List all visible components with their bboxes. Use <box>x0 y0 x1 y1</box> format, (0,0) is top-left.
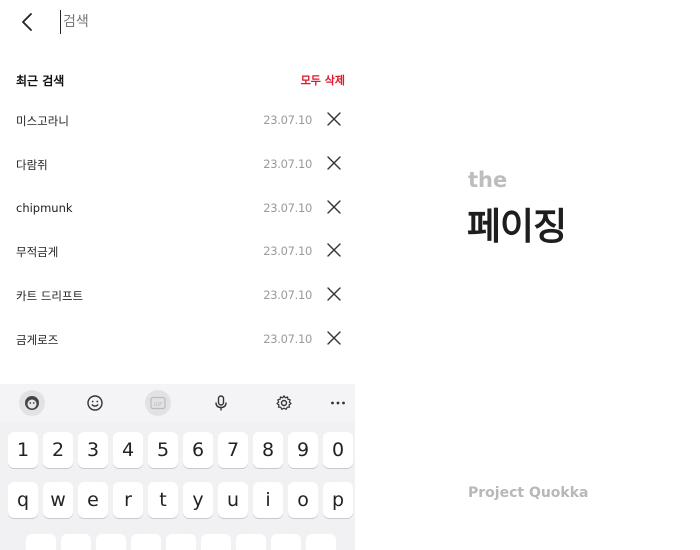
key-q[interactable]: q <box>8 482 38 518</box>
key-y[interactable]: y <box>183 482 213 518</box>
promo-the: the <box>468 168 508 192</box>
svg-text:GIF: GIF <box>154 402 162 408</box>
search-screen: 최근 검색 모두 삭제 미스고라니 23.07.10 다람쥐 23.07.10 … <box>0 0 355 550</box>
recent-date: 23.07.10 <box>263 244 312 259</box>
key-t[interactable]: t <box>148 482 178 518</box>
list-item[interactable]: 무적금게 23.07.10 <box>0 229 355 273</box>
key-partial[interactable] <box>271 534 301 550</box>
emoji-icon[interactable] <box>82 390 108 416</box>
list-item[interactable]: chipmunk 23.07.10 <box>0 186 355 230</box>
more-icon[interactable] <box>325 390 351 416</box>
recent-date: 23.07.10 <box>263 200 312 215</box>
list-item[interactable]: 카트 드리프트 23.07.10 <box>0 273 355 317</box>
close-icon[interactable] <box>326 330 342 346</box>
recent-term: chipmunk <box>16 200 73 215</box>
key-3[interactable]: 3 <box>78 432 108 468</box>
recent-date: 23.07.10 <box>263 113 312 127</box>
key-8[interactable]: 8 <box>253 432 283 468</box>
key-e[interactable]: e <box>78 482 108 518</box>
promo-subtitle: Project Quokka <box>468 485 589 501</box>
recent-date: 23.07.10 <box>263 288 312 303</box>
recent-list: 미스고라니 23.07.10 다람쥐 23.07.10 chipmunk 23.… <box>0 98 355 361</box>
microphone-icon[interactable] <box>208 390 234 416</box>
key-5[interactable]: 5 <box>148 432 178 468</box>
keyboard-toolbar: GIF <box>0 384 355 422</box>
key-7[interactable]: 7 <box>218 432 248 468</box>
recent-term: 카트 드리프트 <box>16 289 84 304</box>
key-1[interactable]: 1 <box>8 432 38 468</box>
promo-title: 페이징 <box>467 205 567 248</box>
key-6[interactable]: 6 <box>183 432 213 468</box>
key-partial[interactable] <box>166 534 196 550</box>
key-r[interactable]: r <box>113 482 143 518</box>
search-bar <box>0 0 355 46</box>
key-partial[interactable] <box>26 534 56 550</box>
close-icon[interactable] <box>326 111 342 127</box>
clear-all-button[interactable]: 모두 삭제 <box>301 72 345 88</box>
gif-icon[interactable]: GIF <box>145 390 171 416</box>
key-4[interactable]: 4 <box>113 432 143 468</box>
recent-date: 23.07.10 <box>263 156 312 171</box>
key-w[interactable]: w <box>43 482 73 518</box>
key-partial[interactable] <box>236 534 266 550</box>
key-u[interactable]: u <box>218 482 248 518</box>
recent-term: 다람쥐 <box>16 157 48 172</box>
close-icon[interactable] <box>326 155 342 171</box>
key-partial[interactable] <box>96 534 126 550</box>
key-2[interactable]: 2 <box>43 432 73 468</box>
back-arrow-icon[interactable] <box>16 10 40 34</box>
recent-term: 금게로즈 <box>16 332 59 347</box>
key-i[interactable]: i <box>253 482 283 518</box>
list-item[interactable]: 미스고라니 23.07.10 <box>0 98 355 142</box>
recent-term: 무적금게 <box>16 245 59 260</box>
key-9[interactable]: 9 <box>288 432 318 468</box>
key-o[interactable]: o <box>288 482 318 518</box>
list-item[interactable]: 다람쥐 23.07.10 <box>0 142 355 186</box>
key-p[interactable]: p <box>323 482 353 518</box>
recent-date: 23.07.10 <box>263 331 312 346</box>
recent-term: 미스고라니 <box>16 114 69 128</box>
key-0[interactable]: 0 <box>323 432 353 468</box>
recent-header: 최근 검색 모두 삭제 <box>16 70 345 90</box>
recent-searches-title: 최근 검색 <box>16 74 65 88</box>
key-partial[interactable] <box>201 534 231 550</box>
close-icon[interactable] <box>326 242 342 258</box>
keyboard: GIF 1 2 3 4 5 6 7 8 9 0 q w e r t y u i … <box>0 384 355 550</box>
promo-panel: the 페이징 Project Quokka <box>355 0 700 550</box>
search-input[interactable] <box>60 10 323 34</box>
key-partial[interactable] <box>131 534 161 550</box>
close-icon[interactable] <box>326 286 342 302</box>
settings-icon[interactable] <box>271 390 297 416</box>
key-partial[interactable] <box>61 534 91 550</box>
close-icon[interactable] <box>326 199 342 215</box>
list-item[interactable]: 금게로즈 23.07.10 <box>0 317 355 361</box>
key-partial[interactable] <box>306 534 336 550</box>
sticker-icon[interactable] <box>19 390 45 416</box>
